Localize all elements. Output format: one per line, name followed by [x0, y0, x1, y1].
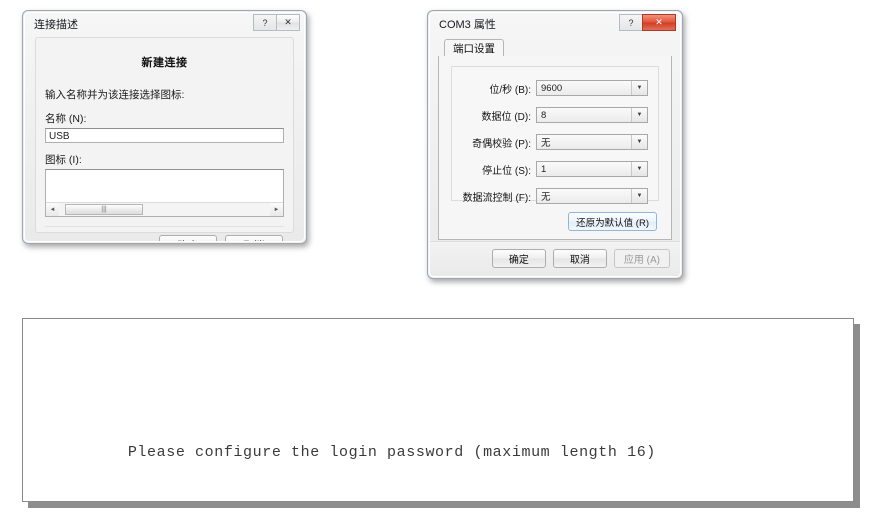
bits-per-second-label: 位/秒 (B): — [489, 84, 531, 96]
help-icon[interactable]: ? — [253, 14, 277, 31]
com3-properties-dialog: COM3 属性 ? ✕ 端口设置 位/秒 (B): 9600 ▼ 数据位 (D)… — [427, 10, 683, 279]
titlebar-buttons: ? ✕ — [253, 14, 300, 31]
port-settings-group: 位/秒 (B): 9600 ▼ 数据位 (D): 8 ▼ 奇偶校验 (P): 无 ▼ — [451, 66, 659, 204]
restore-defaults-wrap: 还原为默认值 (R) — [568, 212, 657, 231]
connection-description-dialog: 连接描述 ? ✕ 新建连接 输入名称并为该连接选择图标: 名称 (N): USB… — [22, 10, 307, 244]
stop-bits-label: 停止位 (S): — [482, 165, 531, 177]
dialog-inner-frame: COM3 属性 ? ✕ 端口设置 位/秒 (B): 9600 ▼ 数据位 (D)… — [429, 12, 681, 277]
dialog-title: 连接描述 — [34, 19, 78, 31]
dialog-title: COM3 属性 — [439, 19, 496, 31]
tab-port-settings[interactable]: 端口设置 — [444, 39, 504, 57]
terminal-line-text: Please configure the login password (max… — [127, 444, 656, 461]
icon-field-label: 图标 (I): — [45, 154, 82, 166]
chevron-down-icon[interactable]: ▼ — [631, 189, 647, 203]
scrollbar-thumb[interactable]: ||| — [65, 204, 143, 215]
screenshot-root: 连接描述 ? ✕ 新建连接 输入名称并为该连接选择图标: 名称 (N): USB… — [0, 0, 871, 521]
ok-button[interactable]: 确定 — [159, 235, 217, 241]
terminal-lines: Please configure the login password (max… — [51, 337, 853, 521]
parity-combo[interactable]: 无 ▼ — [536, 134, 648, 150]
chevron-down-icon[interactable]: ▼ — [631, 162, 647, 176]
flow-control-label: 数据流控制 (F): — [462, 192, 531, 204]
scroll-left-arrow-icon[interactable]: ◄ — [46, 203, 59, 216]
titlebar-buttons: ? ✕ — [619, 14, 676, 31]
name-input[interactable]: USB — [45, 128, 284, 143]
field-row-stop-bits: 停止位 (S): 1 ▼ — [456, 160, 648, 178]
new-connection-heading: 新建连接 — [141, 57, 188, 69]
parity-label: 奇偶校验 (P): — [472, 138, 531, 150]
help-icon[interactable]: ? — [619, 14, 643, 31]
scroll-right-arrow-icon[interactable]: ► — [270, 203, 283, 216]
bits-per-second-combo[interactable]: 9600 ▼ — [536, 80, 648, 96]
restore-defaults-button[interactable]: 还原为默认值 (R) — [568, 212, 657, 231]
apply-button: 应用 (A) — [613, 249, 670, 268]
titlebar[interactable]: 连接描述 ? ✕ — [25, 13, 304, 35]
chevron-down-icon[interactable]: ▼ — [631, 135, 647, 149]
tab-page-port-settings: 位/秒 (B): 9600 ▼ 数据位 (D): 8 ▼ 奇偶校验 (P): 无 ▼ — [438, 56, 672, 240]
dialog-body: 新建连接 输入名称并为该连接选择图标: 名称 (N): USB 图标 (I): … — [35, 37, 294, 241]
flow-control-combo[interactable]: 无 ▼ — [536, 188, 648, 204]
cancel-button[interactable]: 取消 — [552, 249, 607, 268]
scrollbar-track[interactable]: ||| — [59, 203, 270, 216]
name-field-label: 名称 (N): — [45, 113, 87, 125]
field-row-data-bits: 数据位 (D): 8 ▼ — [456, 106, 648, 124]
dialog-button-row: 确定 取消 应用 (A) — [430, 249, 670, 268]
field-row-flow-control: 数据流控制 (F): 无 ▼ — [456, 187, 648, 205]
tab-strip: 端口设置 — [438, 39, 672, 57]
dialog-footer: 确定 取消 应用 (A) — [430, 241, 680, 276]
close-icon[interactable]: ✕ — [642, 14, 676, 31]
titlebar[interactable]: COM3 属性 ? ✕ — [430, 13, 680, 35]
chevron-down-icon[interactable]: ▼ — [631, 108, 647, 122]
dialog-inner-frame: 连接描述 ? ✕ 新建连接 输入名称并为该连接选择图标: 名称 (N): USB… — [24, 12, 305, 242]
data-bits-label: 数据位 (D): — [481, 111, 531, 123]
terminal-output-panel: Please configure the login password (max… — [22, 318, 854, 502]
footer-divider — [45, 226, 284, 227]
field-row-bits-per-second: 位/秒 (B): 9600 ▼ — [456, 79, 648, 97]
close-icon[interactable]: ✕ — [276, 14, 300, 31]
terminal-line: Please configure the login password (max… — [51, 403, 853, 502]
icon-list-horizontal-scrollbar[interactable]: ◄ ||| ► — [46, 202, 283, 216]
data-bits-combo[interactable]: 8 ▼ — [536, 107, 648, 123]
chevron-down-icon[interactable]: ▼ — [631, 81, 647, 95]
dialog-button-row: 确定 取消 — [36, 235, 283, 241]
cancel-button[interactable]: 取消 — [225, 235, 283, 241]
icon-chooser-list[interactable]: ◄ ||| ► — [45, 169, 284, 217]
stop-bits-combo[interactable]: 1 ▼ — [536, 161, 648, 177]
ok-button[interactable]: 确定 — [491, 249, 546, 268]
field-row-parity: 奇偶校验 (P): 无 ▼ — [456, 133, 648, 151]
instruction-text: 输入名称并为该连接选择图标: — [45, 89, 185, 101]
